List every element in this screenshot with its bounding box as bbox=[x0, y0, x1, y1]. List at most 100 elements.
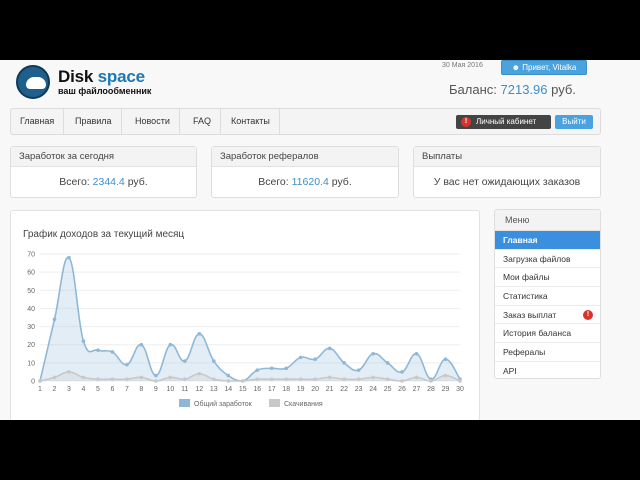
alert-badge: ! bbox=[583, 309, 593, 320]
referral-earnings-value: 11620.4 bbox=[291, 176, 329, 188]
x-tick-label: 16 bbox=[253, 386, 261, 393]
x-tick-label: 12 bbox=[195, 386, 203, 393]
x-tick-label: 2 bbox=[53, 386, 57, 393]
site-logo[interactable]: Disk space ваш файлообменник bbox=[14, 64, 174, 99]
data-point bbox=[385, 361, 390, 365]
data-point bbox=[255, 368, 260, 372]
menu-item-statistics[interactable]: Статистика bbox=[495, 287, 600, 306]
menu-item-payout-order[interactable]: Заказ выплат ! bbox=[495, 306, 600, 325]
panel-title: Заработок за сегодня bbox=[11, 147, 196, 167]
x-tick-label: 8 bbox=[139, 386, 143, 393]
data-point bbox=[211, 377, 216, 381]
data-point bbox=[110, 377, 115, 381]
x-tick-label: 7 bbox=[125, 386, 129, 393]
x-tick-label: 15 bbox=[239, 386, 247, 393]
nav-item-home[interactable]: Главная bbox=[11, 109, 65, 134]
menu-item-referrals[interactable]: Рефералы bbox=[495, 343, 600, 362]
x-tick-label: 24 bbox=[369, 386, 377, 393]
menu-item-balance-history[interactable]: История баланса bbox=[495, 324, 600, 344]
data-point bbox=[313, 357, 317, 362]
cabinet-label: Личный кабинет bbox=[476, 117, 537, 126]
x-tick-label: 28 bbox=[427, 386, 435, 393]
data-point bbox=[125, 377, 129, 381]
page: Disk space ваш файлообменник 30 Мая 2016… bbox=[0, 60, 640, 420]
data-point bbox=[356, 368, 361, 372]
data-point bbox=[168, 342, 173, 347]
data-point bbox=[327, 346, 332, 351]
x-tick-label: 30 bbox=[456, 386, 464, 393]
x-tick-label: 29 bbox=[442, 386, 450, 393]
data-point bbox=[154, 379, 158, 383]
data-point bbox=[125, 362, 129, 367]
today-earnings-value: 2344.4 bbox=[92, 176, 125, 188]
y-tick-label: 70 bbox=[27, 252, 35, 259]
data-point bbox=[458, 379, 462, 383]
personal-cabinet-button[interactable]: ! Личный кабинет bbox=[456, 115, 551, 129]
data-point bbox=[284, 366, 289, 371]
panel-today-earnings: Заработок за сегодня Всего: 2344.4 руб. bbox=[10, 146, 197, 198]
nav-item-contacts[interactable]: Контакты bbox=[222, 109, 280, 134]
data-point bbox=[371, 351, 375, 356]
x-tick-label: 14 bbox=[224, 386, 232, 393]
data-point bbox=[226, 373, 231, 378]
current-date: 30 Мая 2016 bbox=[442, 62, 483, 69]
logout-button[interactable]: Выйти bbox=[555, 115, 593, 129]
data-point bbox=[443, 357, 448, 362]
panel-body: Всего: 11620.4 руб. bbox=[258, 176, 352, 188]
y-tick-label: 60 bbox=[27, 270, 35, 277]
data-point bbox=[342, 361, 346, 365]
balance-value: 7213.96 bbox=[500, 82, 548, 97]
balance-label: Баланс: bbox=[449, 82, 497, 97]
data-point bbox=[429, 379, 433, 383]
menu-item-api[interactable]: API bbox=[495, 362, 600, 378]
main-nav: Главная Правила Новости FAQ Контакты ! Л… bbox=[10, 108, 601, 135]
data-point bbox=[385, 377, 390, 381]
logo-subtitle: ваш файлообменник bbox=[58, 86, 152, 96]
menu-item-home[interactable]: Главная bbox=[495, 231, 600, 250]
data-point bbox=[67, 255, 71, 260]
data-point bbox=[96, 377, 100, 381]
data-point bbox=[211, 359, 216, 363]
data-point bbox=[139, 375, 144, 380]
legend-label-2: Скачивания bbox=[284, 401, 323, 408]
data-point bbox=[96, 348, 100, 352]
x-tick-label: 5 bbox=[96, 386, 100, 393]
y-tick-label: 20 bbox=[27, 342, 35, 349]
y-tick-label: 10 bbox=[27, 360, 35, 367]
data-point bbox=[327, 375, 332, 380]
data-point bbox=[269, 377, 274, 381]
user-greeting-button[interactable]: ☻ Привет, Vitalka bbox=[501, 60, 587, 75]
data-point bbox=[255, 377, 260, 381]
nav-item-news[interactable]: Новости bbox=[126, 109, 180, 134]
payouts-status: У вас нет ожидающих заказов bbox=[433, 176, 581, 188]
x-tick-label: 3 bbox=[67, 386, 71, 393]
x-tick-label: 4 bbox=[81, 386, 85, 393]
nav-item-rules[interactable]: Правила bbox=[66, 109, 122, 134]
data-point bbox=[110, 350, 115, 354]
menu-item-upload[interactable]: Загрузка файлов bbox=[495, 250, 600, 269]
x-tick-label: 17 bbox=[268, 386, 276, 393]
data-point bbox=[197, 371, 202, 376]
nav-item-faq[interactable]: FAQ bbox=[184, 109, 222, 134]
balance-currency: руб. bbox=[551, 82, 576, 97]
x-tick-label: 21 bbox=[326, 386, 334, 393]
data-point bbox=[197, 332, 202, 336]
x-tick-label: 11 bbox=[181, 386, 188, 393]
cloud-logo-icon bbox=[16, 65, 50, 99]
data-point bbox=[81, 375, 86, 380]
menu-item-my-files[interactable]: Мои файлы bbox=[495, 268, 600, 288]
panel-referral-earnings: Заработок рефералов Всего: 11620.4 руб. bbox=[211, 146, 399, 198]
x-tick-label: 6 bbox=[110, 386, 114, 393]
legend-swatch-2 bbox=[269, 399, 280, 407]
legend-swatch-1 bbox=[179, 399, 190, 407]
y-tick-label: 50 bbox=[27, 288, 35, 295]
data-point bbox=[342, 377, 346, 381]
x-tick-label: 27 bbox=[413, 386, 421, 393]
legend-label-1: Общий заработок bbox=[194, 400, 253, 408]
panel-body: Всего: 2344.4 руб. bbox=[59, 176, 148, 188]
data-point bbox=[52, 317, 57, 322]
x-tick-label: 19 bbox=[297, 386, 305, 393]
data-point bbox=[226, 379, 231, 383]
side-menu: Меню Главная Загрузка файлов Мои файлы С… bbox=[494, 209, 601, 379]
data-point bbox=[284, 377, 289, 381]
